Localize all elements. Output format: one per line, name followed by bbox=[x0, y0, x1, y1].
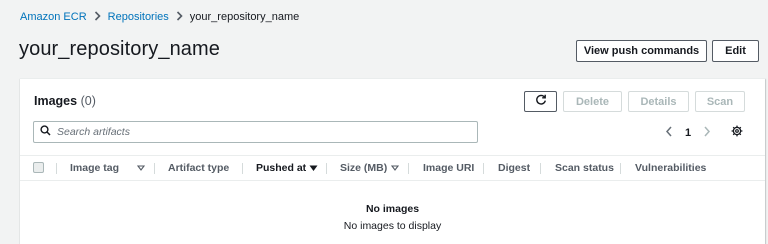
delete-button[interactable]: Delete bbox=[563, 91, 622, 112]
chevron-right-icon bbox=[176, 10, 183, 24]
column-label: Scan status bbox=[555, 162, 614, 174]
search-input[interactable]: Search artifacts bbox=[33, 121, 478, 143]
details-button[interactable]: Details bbox=[628, 91, 689, 112]
scan-button[interactable]: Scan bbox=[695, 91, 745, 112]
refresh-icon bbox=[535, 94, 547, 109]
column-label: Digest bbox=[498, 162, 531, 174]
images-panel: Images (0) Delete Details Scan Search ar… bbox=[20, 78, 765, 244]
images-title: Images bbox=[34, 94, 78, 108]
edit-button[interactable]: Edit bbox=[712, 40, 759, 62]
breadcrumb-current: your_repository_name bbox=[189, 11, 300, 23]
column-size[interactable]: Size (MB) bbox=[340, 156, 387, 180]
column-label: Artifact type bbox=[168, 162, 230, 174]
column-vulnerabilities[interactable]: Vulnerabilities bbox=[635, 156, 706, 180]
column-pushed-at[interactable]: Pushed at bbox=[256, 156, 306, 180]
column-label: Image tag bbox=[70, 162, 120, 174]
empty-state-title: No images bbox=[365, 203, 420, 215]
column-scan-status[interactable]: Scan status bbox=[555, 156, 614, 180]
column-label: Size (MB) bbox=[340, 162, 388, 174]
chevron-right-icon bbox=[94, 10, 101, 24]
sort-descending-icon[interactable] bbox=[309, 156, 318, 180]
pagination: 1 bbox=[665, 125, 743, 140]
sort-caret-icon[interactable] bbox=[391, 156, 399, 180]
settings-gear-icon[interactable] bbox=[731, 125, 743, 140]
breadcrumb-link-repositories[interactable]: Repositories bbox=[108, 11, 169, 23]
images-count: (0) bbox=[80, 94, 96, 108]
page-number[interactable]: 1 bbox=[685, 127, 691, 139]
column-image-uri[interactable]: Image URI bbox=[423, 156, 474, 180]
column-label: Pushed at bbox=[256, 162, 307, 174]
column-label: Image URI bbox=[423, 162, 475, 174]
breadcrumb: Amazon ECR Repositories your_repository_… bbox=[20, 10, 299, 24]
empty-state-message: No images to display bbox=[343, 220, 442, 232]
images-panel-title: Images (0) bbox=[34, 94, 96, 108]
previous-page-icon[interactable] bbox=[665, 126, 673, 140]
search-placeholder: Search artifacts bbox=[57, 126, 130, 138]
column-label: Vulnerabilities bbox=[635, 162, 707, 174]
sort-caret-icon[interactable] bbox=[137, 156, 145, 180]
column-digest[interactable]: Digest bbox=[498, 156, 530, 180]
select-all-checkbox[interactable] bbox=[33, 162, 44, 173]
page-title: your_repository_name bbox=[19, 38, 220, 60]
view-push-commands-button[interactable]: View push commands bbox=[576, 40, 707, 62]
column-image-tag[interactable]: Image tag bbox=[70, 156, 119, 180]
table-header: Image tag Artifact type Pushed at Size (… bbox=[20, 155, 765, 181]
next-page-icon[interactable] bbox=[703, 126, 711, 140]
breadcrumb-link-amazon-ecr[interactable]: Amazon ECR bbox=[20, 11, 87, 23]
column-artifact-type[interactable]: Artifact type bbox=[168, 156, 229, 180]
refresh-button[interactable] bbox=[524, 91, 557, 112]
search-icon bbox=[40, 123, 51, 141]
